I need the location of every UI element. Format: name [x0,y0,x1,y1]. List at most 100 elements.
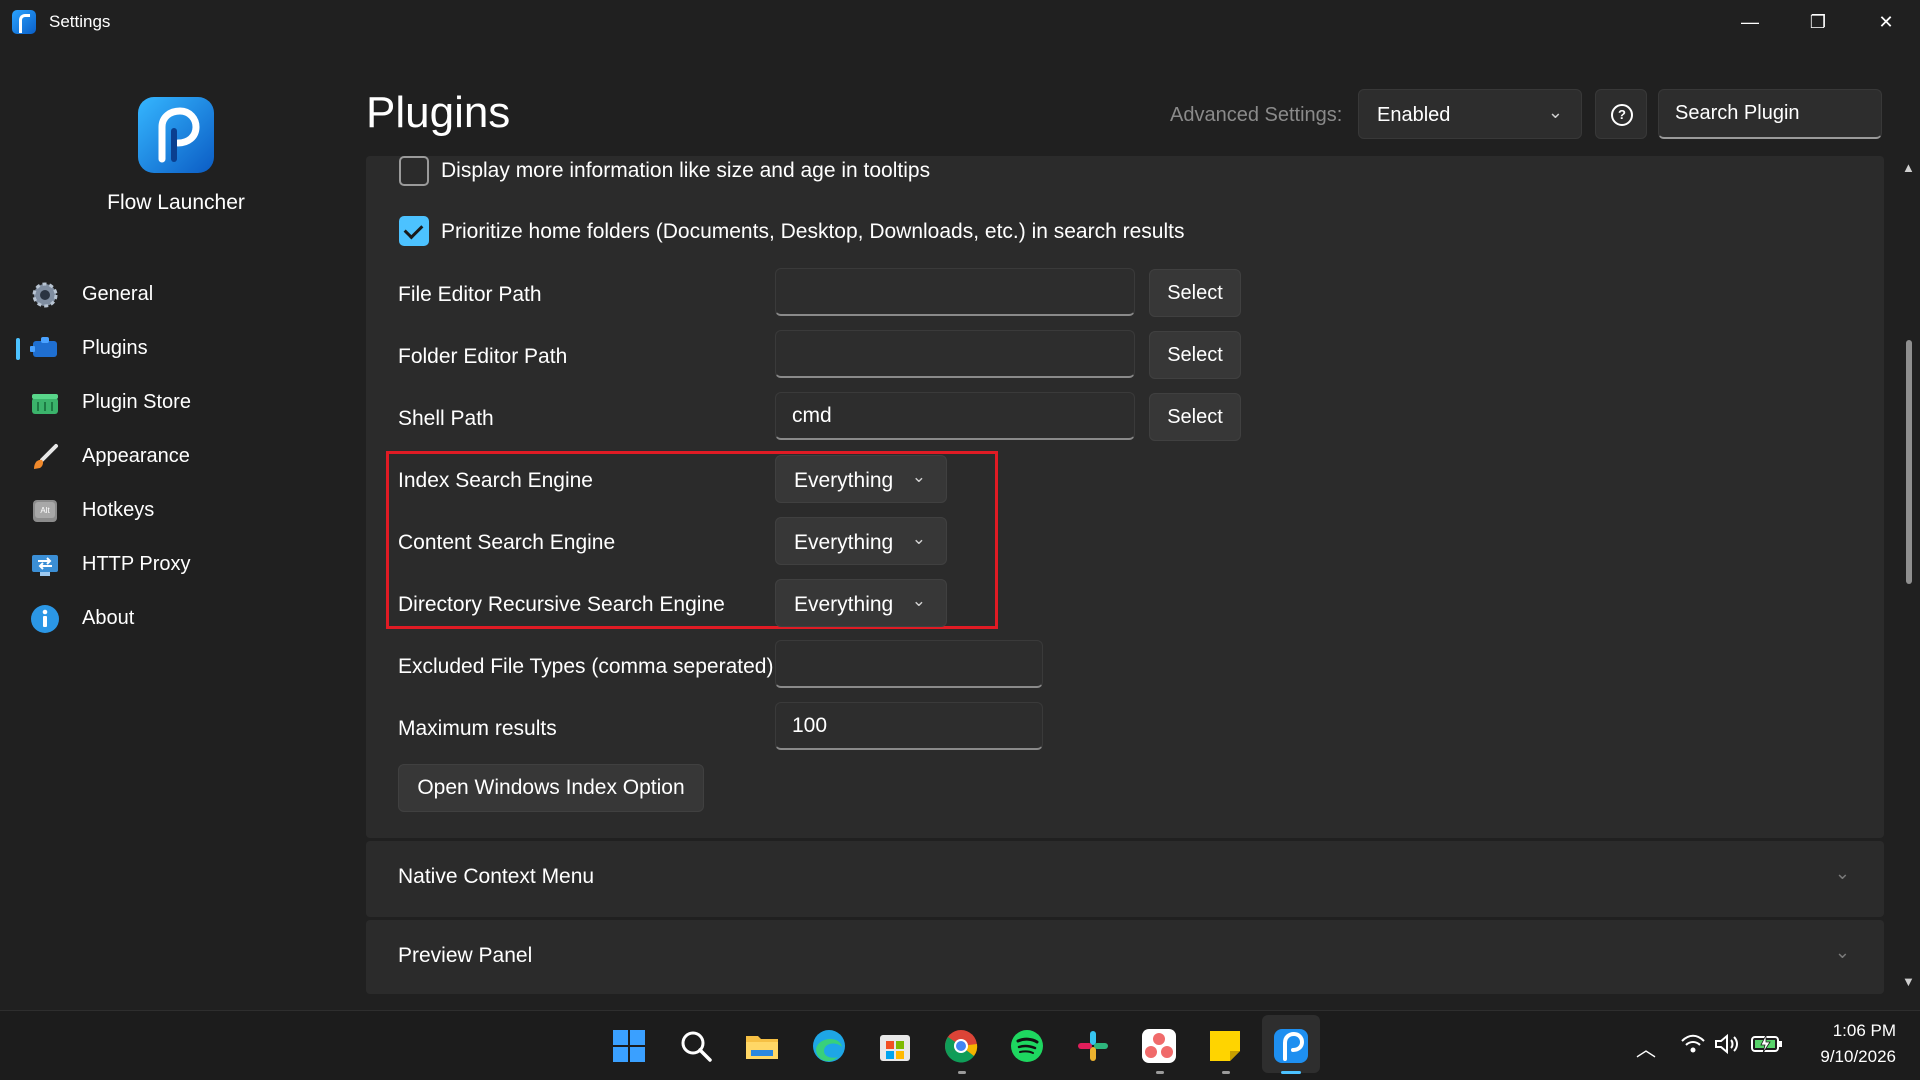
brand-name: Flow Launcher [107,191,245,214]
sidebar-item-label: Plugins [82,337,148,359]
spotify-icon[interactable] [1008,1027,1046,1065]
advanced-settings-label: Advanced Settings: [1170,104,1343,126]
sidebar-item-general[interactable]: General [0,268,352,322]
content-search-engine-label: Content Search Engine [398,531,616,554]
index-search-engine-dropdown[interactable]: Everything ⌄ [775,455,947,503]
maximum-results-input[interactable] [775,702,1043,750]
chevron-down-icon: ⌄ [1547,102,1563,122]
sidebar-item-label: Plugin Store [82,391,191,413]
search-icon[interactable] [677,1027,715,1065]
shell-path-label: Shell Path [398,407,494,430]
svg-text:Alt: Alt [40,506,50,515]
section-background [366,920,1884,994]
windows-start-icon[interactable] [610,1027,648,1065]
gear-icon [32,282,58,308]
scroll-down-arrow[interactable]: ▼ [1902,974,1915,989]
prioritize-home-label: Prioritize home folders (Documents, Desk… [441,220,1185,243]
sidebar-item-hotkeys[interactable]: Alt Hotkeys [0,484,352,538]
sidebar-item-label: Hotkeys [82,499,155,521]
scrollbar-thumb[interactable] [1906,340,1912,584]
chevron-down-icon: ⌄ [1834,942,1850,962]
plugin-icon [30,337,57,357]
minimize-button[interactable]: — [1716,0,1784,44]
info-icon [31,605,59,633]
sidebar-item-label: General [82,283,154,305]
directory-recursive-search-engine-dropdown[interactable]: Everything ⌄ [775,579,947,627]
search-plugin-input[interactable] [1658,89,1882,139]
folder-editor-path-label: Folder Editor Path [398,345,568,368]
sidebar-item-plugin-store[interactable]: Plugin Store [0,376,352,430]
taskbar-date[interactable]: 9/10/2026 [1796,1047,1896,1067]
maximize-button[interactable]: ❐ [1784,0,1852,44]
taskbar-time[interactable]: 1:06 PM [1806,1021,1896,1041]
section-label: Preview Panel [398,944,533,967]
chevron-down-icon: ⌄ [911,591,926,610]
chrome-icon[interactable] [942,1027,980,1065]
dropdown-value: Everything [794,531,894,554]
selection-indicator [16,338,20,360]
sidebar-item-label: HTTP Proxy [82,553,191,575]
file-editor-path-input[interactable] [775,268,1135,316]
plugin-settings-panel: Display more information like size and a… [366,156,1884,841]
question-icon: ? [1611,104,1633,126]
sidebar-item-about[interactable]: About [0,592,352,646]
shell-path-input[interactable] [775,392,1135,440]
chevron-down-icon: ⌄ [911,467,926,486]
index-search-engine-label: Index Search Engine [398,469,593,492]
flow-launcher-taskbar-icon[interactable] [1272,1027,1310,1065]
basket-icon [32,394,58,414]
sidebar-item-http-proxy[interactable]: HTTP Proxy [0,538,352,592]
sidebar-item-plugins[interactable]: Plugins [0,322,352,376]
folder-editor-select-button[interactable]: Select [1149,331,1241,379]
sidebar-nav: General Plugins Plugin Store Appearance … [0,268,352,646]
help-button[interactable]: ? [1595,89,1647,139]
sticky-notes-icon[interactable] [1206,1027,1244,1065]
maximum-results-label: Maximum results [398,717,557,740]
running-indicator [1156,1071,1164,1074]
excluded-file-types-label: Excluded File Types (comma seperated) [398,655,774,678]
scroll-up-arrow[interactable]: ▲ [1902,160,1915,175]
chevron-down-icon: ⌄ [911,529,926,548]
running-indicator [1222,1071,1230,1074]
advanced-settings-dropdown[interactable]: Enabled ⌄ [1358,89,1582,139]
excluded-file-types-input[interactable] [775,640,1043,688]
slack-icon[interactable] [1074,1027,1112,1065]
keyboard-icon: Alt [33,500,57,522]
dropdown-value: Everything [794,469,894,492]
proxy-icon [32,555,58,576]
battery-charging-icon[interactable] [1751,1034,1783,1054]
edge-icon[interactable] [810,1027,848,1065]
folder-editor-path-input[interactable] [775,330,1135,378]
brush-icon [34,444,58,469]
microsoft-store-icon[interactable] [876,1027,914,1065]
show-hidden-icons-chevron-icon[interactable]: ︿ [1636,1033,1656,1062]
directory-recursive-search-engine-label: Directory Recursive Search Engine [398,593,725,616]
window-title: Settings [49,12,111,31]
native-context-menu-section[interactable]: Native Context Menu ⌄ [366,841,1884,917]
close-button[interactable]: ✕ [1852,0,1920,44]
chevron-down-icon: ⌄ [1834,863,1850,883]
shell-path-select-button[interactable]: Select [1149,393,1241,441]
open-windows-index-option-button[interactable]: Open Windows Index Option [398,764,704,812]
sidebar-item-label: Appearance [82,445,190,467]
display-more-info-label: Display more information like size and a… [441,159,931,182]
advanced-settings-value: Enabled [1377,104,1451,126]
dropdown-value: Everything [794,593,894,616]
page-title: Plugins [366,88,511,137]
active-indicator [1281,1071,1301,1074]
content-search-engine-dropdown[interactable]: Everything ⌄ [775,517,947,565]
preview-panel-section[interactable]: Preview Panel ⌄ [366,920,1884,994]
prioritize-home-checkbox[interactable] [399,216,429,246]
asana-icon[interactable] [1140,1027,1178,1065]
display-more-info-checkbox[interactable] [399,156,429,186]
title-bar: Settings — ❐ ✕ [0,0,1920,44]
running-indicator [958,1071,966,1074]
sidebar-item-label: About [82,607,135,629]
file-editor-path-label: File Editor Path [398,283,542,306]
volume-icon[interactable] [1714,1033,1740,1055]
file-explorer-icon[interactable] [743,1027,781,1065]
sidebar-item-appearance[interactable]: Appearance [0,430,352,484]
file-editor-select-button[interactable]: Select [1149,269,1241,317]
section-label: Native Context Menu [398,865,595,888]
wifi-icon[interactable] [1680,1033,1706,1055]
